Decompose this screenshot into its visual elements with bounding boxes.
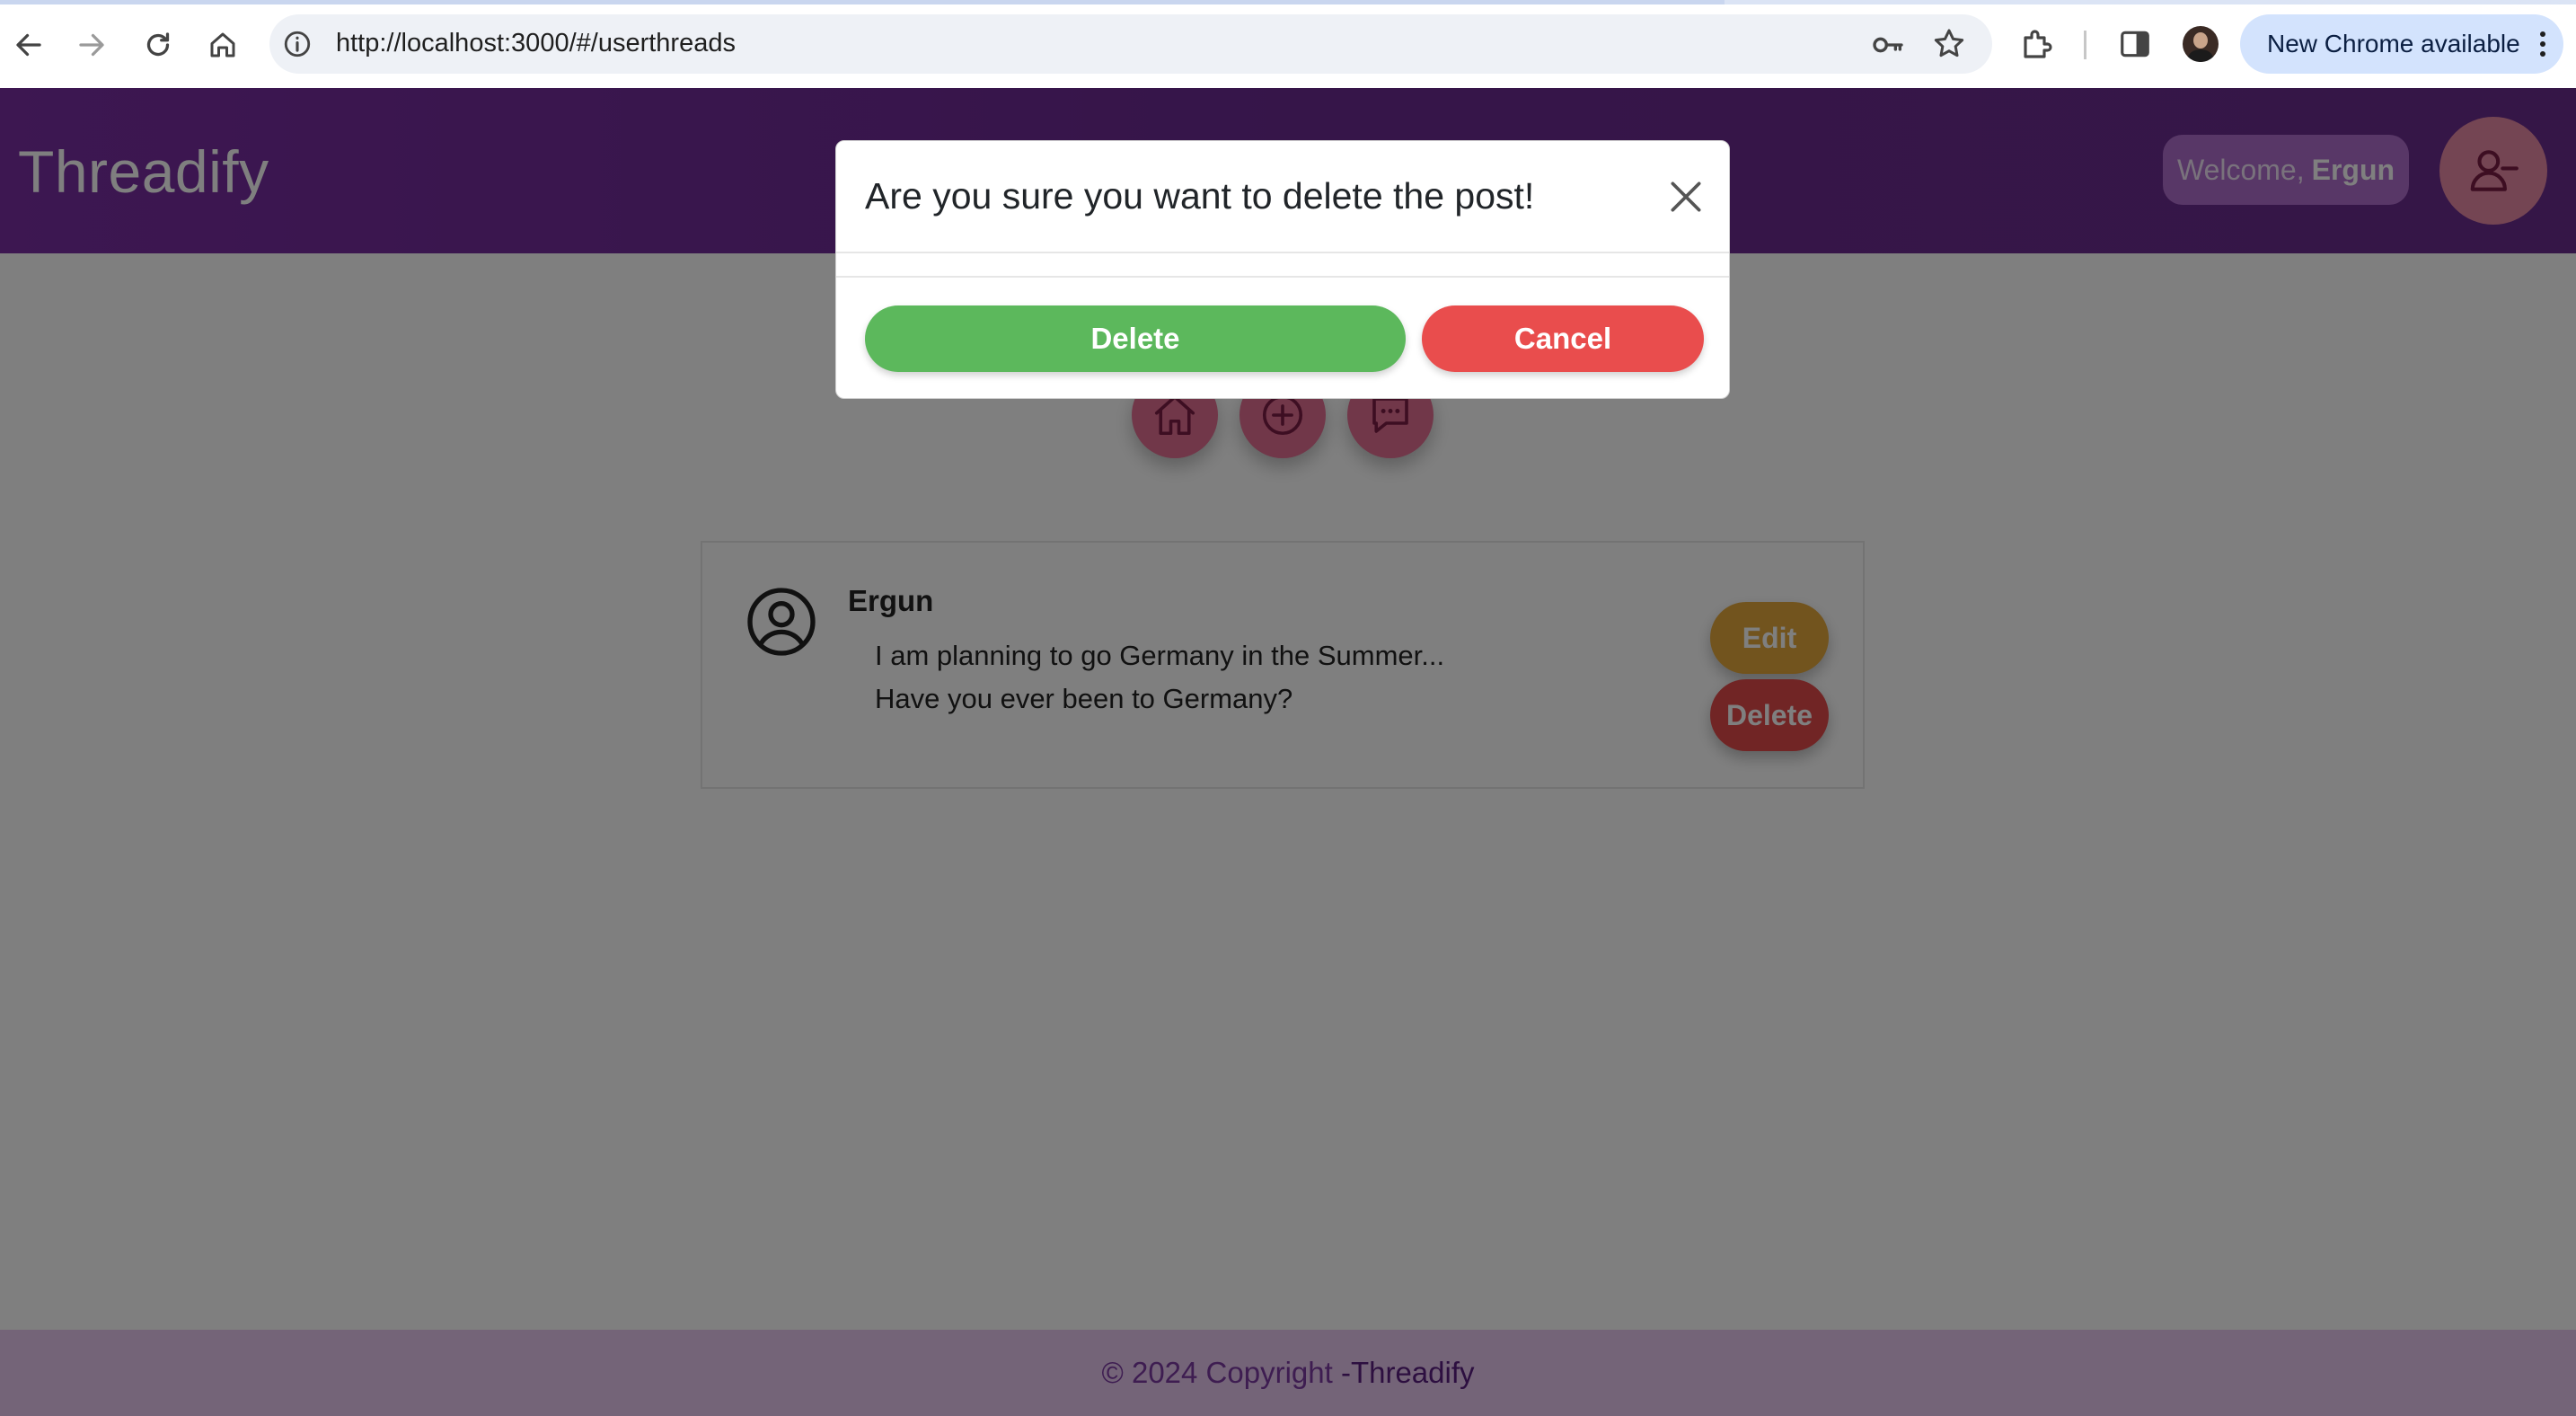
forward-button[interactable] xyxy=(70,23,113,66)
confirm-delete-button[interactable]: Delete xyxy=(865,305,1406,372)
side-panel-icon[interactable] xyxy=(2118,27,2152,61)
back-button[interactable] xyxy=(7,23,50,66)
reload-button[interactable] xyxy=(137,23,180,66)
bookmark-star-icon[interactable] xyxy=(1931,26,1967,62)
key-icon[interactable] xyxy=(1870,27,1906,63)
reload-icon xyxy=(146,32,170,57)
chrome-update-label: New Chrome available xyxy=(2267,30,2520,58)
toolbar-separator xyxy=(2084,31,2086,59)
address-bar[interactable]: http://localhost:3000/#/userthreads xyxy=(269,14,1992,74)
more-menu-icon[interactable] xyxy=(2538,31,2547,58)
browser-toolbar: http://localhost:3000/#/userthreads New … xyxy=(0,0,2576,88)
modal-body-divider xyxy=(836,276,1729,278)
arrow-right-icon xyxy=(79,33,104,57)
extensions-puzzle-icon[interactable] xyxy=(2019,25,2057,63)
close-icon[interactable] xyxy=(1666,177,1706,217)
home-button[interactable] xyxy=(201,23,244,66)
tab-strip-edge xyxy=(0,0,2576,4)
delete-confirm-modal: Are you sure you want to delete the post… xyxy=(835,140,1730,399)
arrow-left-icon xyxy=(16,33,41,57)
url-text[interactable]: http://localhost:3000/#/userthreads xyxy=(336,29,736,58)
cancel-button[interactable]: Cancel xyxy=(1422,305,1704,372)
profile-avatar[interactable] xyxy=(2183,26,2219,62)
site-info-icon[interactable] xyxy=(282,29,313,59)
home-icon xyxy=(210,32,235,58)
modal-title: Are you sure you want to delete the post… xyxy=(865,175,1535,217)
chrome-update-button[interactable]: New Chrome available xyxy=(2240,14,2563,74)
modal-header: Are you sure you want to delete the post… xyxy=(836,141,1729,253)
